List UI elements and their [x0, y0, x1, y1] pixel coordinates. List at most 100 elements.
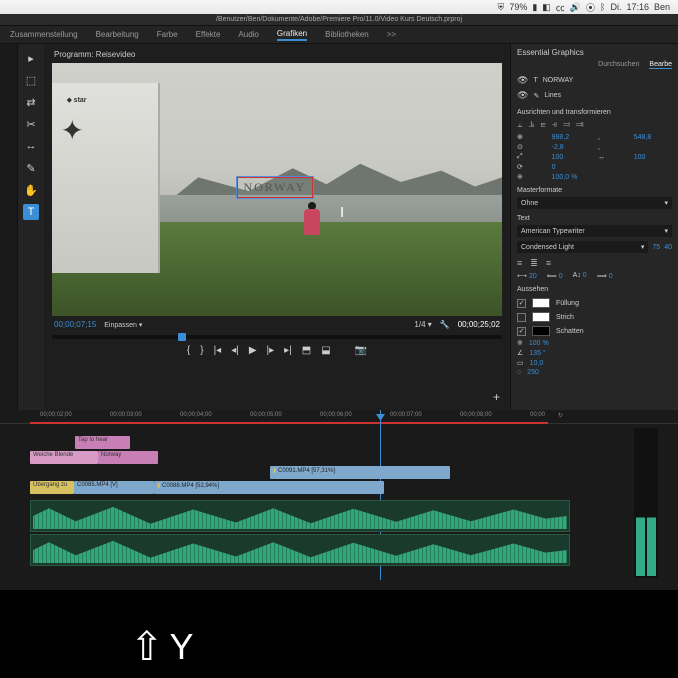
- tab-overflow[interactable]: >>: [387, 30, 396, 39]
- ruler-tick: 00;00;03;00: [110, 412, 142, 418]
- clip-tap-to-hear[interactable]: Tap to hear: [75, 436, 130, 449]
- tab-grafiken[interactable]: Grafiken: [277, 29, 307, 41]
- tab-browse[interactable]: Durchsuchen: [598, 61, 639, 69]
- program-monitor[interactable]: ⬥ star ✦ NORWAY Ⅰ: [52, 63, 502, 316]
- font-family-select[interactable]: American Typewriter▾: [517, 225, 672, 237]
- scale-h-value[interactable]: 100: [634, 154, 672, 161]
- mark-out-icon[interactable]: }: [200, 345, 203, 356]
- rotation-icon: ⟳: [517, 163, 544, 171]
- current-timecode[interactable]: 00;00;07;15: [54, 320, 96, 329]
- position-icon: ⊕: [517, 133, 544, 141]
- clip-c0085[interactable]: C0085.MP4 [V]: [74, 481, 154, 494]
- add-button-icon[interactable]: +: [493, 390, 500, 404]
- star-icon: ✦: [60, 114, 83, 147]
- resolution-dropdown[interactable]: 1/4 ▾: [414, 320, 431, 329]
- wrench-icon[interactable]: 🔧: [440, 320, 450, 329]
- extract-icon[interactable]: ⬓: [321, 345, 330, 356]
- loop-icon[interactable]: ↻: [558, 412, 563, 419]
- align-right-icon[interactable]: ⫢: [540, 119, 545, 130]
- clip-c0088[interactable]: ▮ C0088.MP4 [52,94%]: [154, 481, 384, 494]
- audio-track-2[interactable]: [30, 534, 570, 566]
- tab-effekte[interactable]: Effekte: [196, 30, 221, 39]
- play-icon[interactable]: ▶: [249, 345, 257, 356]
- text-layer-icon: T: [533, 77, 537, 84]
- ripple-tool-icon[interactable]: ⇄: [23, 94, 39, 110]
- stroke-color-swatch[interactable]: [532, 312, 550, 322]
- clip-ubergang[interactable]: Übergang zu: [30, 481, 74, 494]
- tab-bearbeitung[interactable]: Bearbeitung: [96, 30, 139, 39]
- zoom-fit-dropdown[interactable]: Einpassen ▾: [104, 321, 142, 329]
- audio-track-1[interactable]: [30, 500, 570, 532]
- font-size[interactable]: 75: [652, 244, 660, 251]
- razor-tool-icon[interactable]: ✂: [23, 116, 39, 132]
- hand-tool-icon[interactable]: ✋: [23, 182, 39, 198]
- tab-farbe[interactable]: Farbe: [157, 30, 178, 39]
- title-text-overlay[interactable]: NORWAY: [237, 177, 314, 198]
- scale-h-icon: ↔: [598, 154, 626, 161]
- shift-key-icon: ⇧: [130, 624, 164, 670]
- align-left-icon[interactable]: ⫠: [517, 119, 522, 130]
- align-text-right-icon[interactable]: ≡: [546, 258, 551, 269]
- shadow-checkbox[interactable]: [517, 327, 526, 336]
- clip-norway[interactable]: Norway: [98, 451, 158, 464]
- align-text-left-icon[interactable]: ≡: [517, 258, 522, 269]
- font-weight-select[interactable]: Condensed Light▾: [517, 241, 648, 253]
- shadow-blur[interactable]: 250: [527, 369, 539, 376]
- layer-row-norway[interactable]: 👁 T NORWAY: [517, 73, 672, 88]
- battery-icon: ▮: [532, 2, 537, 13]
- master-style-select[interactable]: Ohne▾: [517, 197, 672, 209]
- tab-bibliotheken[interactable]: Bibliotheken: [325, 30, 369, 39]
- position-y[interactable]: 548,8: [634, 134, 672, 141]
- stroke-checkbox[interactable]: [517, 313, 526, 322]
- opacity-icon: ※: [517, 173, 544, 181]
- shadow-opacity[interactable]: 100 %: [529, 340, 549, 347]
- bluetooth-icon: ᛒ: [600, 2, 605, 12]
- shadow-distance[interactable]: 10,0: [530, 360, 544, 367]
- visibility-icon[interactable]: 👁: [517, 75, 528, 86]
- go-to-in-icon[interactable]: |◂: [214, 345, 222, 356]
- mark-in-icon[interactable]: {: [187, 345, 190, 356]
- tab-audio[interactable]: Audio: [238, 30, 258, 39]
- scrubber-playhead[interactable]: [178, 333, 186, 341]
- opacity-value[interactable]: 100,0 %: [552, 174, 672, 181]
- clip-weiche-blende[interactable]: Weiche Blende: [30, 451, 98, 464]
- step-back-icon[interactable]: ◂|: [231, 345, 239, 356]
- shadow-color-swatch[interactable]: [532, 326, 550, 336]
- tracking-value[interactable]: 40: [664, 244, 672, 251]
- clip-c0091[interactable]: ▮ C0091.MP4 [57,31%]: [270, 466, 450, 479]
- step-forward-icon[interactable]: |▸: [267, 345, 275, 356]
- align-center-h-icon[interactable]: ⫡: [528, 119, 534, 130]
- baseline-input[interactable]: 0: [583, 272, 587, 279]
- visibility-icon[interactable]: 👁: [517, 90, 528, 101]
- go-to-out-icon[interactable]: ▸|: [284, 345, 292, 356]
- lift-icon[interactable]: ⬒: [302, 345, 311, 356]
- tab-zusammenstellung[interactable]: Zusammenstellung: [10, 30, 78, 39]
- layer-row-lines[interactable]: 👁 ✎ Lines: [517, 88, 672, 103]
- shadow-angle[interactable]: 135 °: [529, 350, 545, 357]
- type-tool-icon[interactable]: T: [23, 204, 39, 220]
- slip-tool-icon[interactable]: ↔: [23, 138, 39, 154]
- fill-checkbox[interactable]: [517, 299, 526, 308]
- align-center-v-icon[interactable]: ⫤: [563, 119, 570, 130]
- scale-value[interactable]: 100: [552, 154, 590, 161]
- transport-controls: { } |◂ ◂| ▶ |▸ ▸| ⬒ ⬓ 📷: [52, 341, 502, 360]
- tab-edit[interactable]: Bearbe: [649, 61, 672, 69]
- align-bottom-icon[interactable]: ⫥: [576, 119, 584, 130]
- align-text-center-icon[interactable]: ≣: [530, 258, 538, 269]
- cc-icon: ㏄: [556, 1, 565, 14]
- pen-tool-icon[interactable]: ✎: [23, 160, 39, 176]
- rotation-value[interactable]: 0: [552, 164, 590, 171]
- fill-color-swatch[interactable]: [532, 298, 550, 308]
- export-frame-icon[interactable]: 📷: [355, 345, 367, 356]
- anchor-x[interactable]: -2,8: [552, 144, 590, 151]
- selection-tool-icon[interactable]: ▸: [23, 50, 39, 66]
- position-x[interactable]: 998,2: [552, 134, 590, 141]
- leading-input[interactable]: 0: [559, 273, 563, 280]
- align-top-icon[interactable]: ⫣: [552, 119, 557, 130]
- track-select-tool-icon[interactable]: ⬚: [23, 72, 39, 88]
- layer-name: Lines: [544, 92, 561, 99]
- stroke-label: Strich: [556, 314, 574, 321]
- monitor-scrubber[interactable]: [52, 335, 502, 339]
- kerning-input[interactable]: 20: [529, 273, 537, 280]
- macos-menubar: ⛨ 79% ▮ ◧ ㏄ 🔊 ⦿ ᛒ Di. 17:16 Ben: [0, 0, 678, 14]
